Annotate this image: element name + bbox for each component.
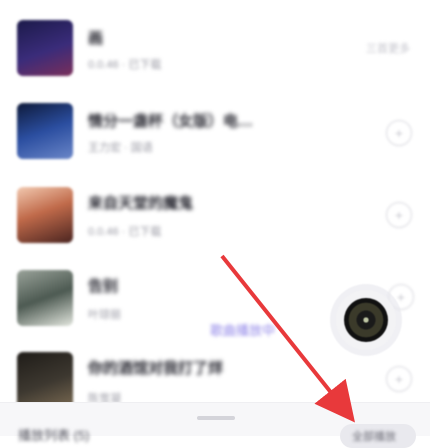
drag-handle[interactable] [197,416,235,420]
song-title: 你的酒馆对我打了烊 [88,360,224,377]
add-icon[interactable]: + [386,120,412,146]
song-meta: 0.0.46 · 已下载 [88,226,162,238]
song-list: 画 0.0.46 · 已下载 三首更多 情分一盏杯（女版）电… 王力宏 · 国语… [0,0,430,435]
song-meta: 叶琼丽 [88,309,121,321]
song-row[interactable]: 情分一盏杯（女版）电… 王力宏 · 国语 + [0,93,430,173]
song-row[interactable]: 画 0.0.46 · 已下载 三首更多 [0,12,430,92]
album-cover [17,187,73,243]
now-playing-tip: 歌曲播放中 [210,323,276,338]
play-all-label: 全部播放 [352,431,396,443]
song-title: 来自天堂的魔鬼 [88,195,194,212]
song-title: 情分一盏杯（女版）电… [88,113,254,130]
album-cover [17,270,73,326]
song-title: 告别 [88,278,119,295]
album-cover [17,20,73,76]
add-icon[interactable]: + [386,366,412,392]
play-all-button[interactable]: 全部播放 [340,424,416,448]
disc-icon [344,298,388,342]
album-cover [17,352,73,408]
song-row[interactable]: 来自天堂的魔鬼 0.0.46 · 已下载 + [0,175,430,255]
song-meta: 王力宏 · 国语 [88,142,153,154]
album-cover [17,103,73,159]
add-icon[interactable]: + [386,202,412,228]
now-playing-disc[interactable] [336,290,396,350]
song-title: 画 [88,30,104,47]
song-action-label[interactable]: 三首更多 [366,40,410,56]
song-meta: 0.0.46 · 已下载 [88,59,162,71]
